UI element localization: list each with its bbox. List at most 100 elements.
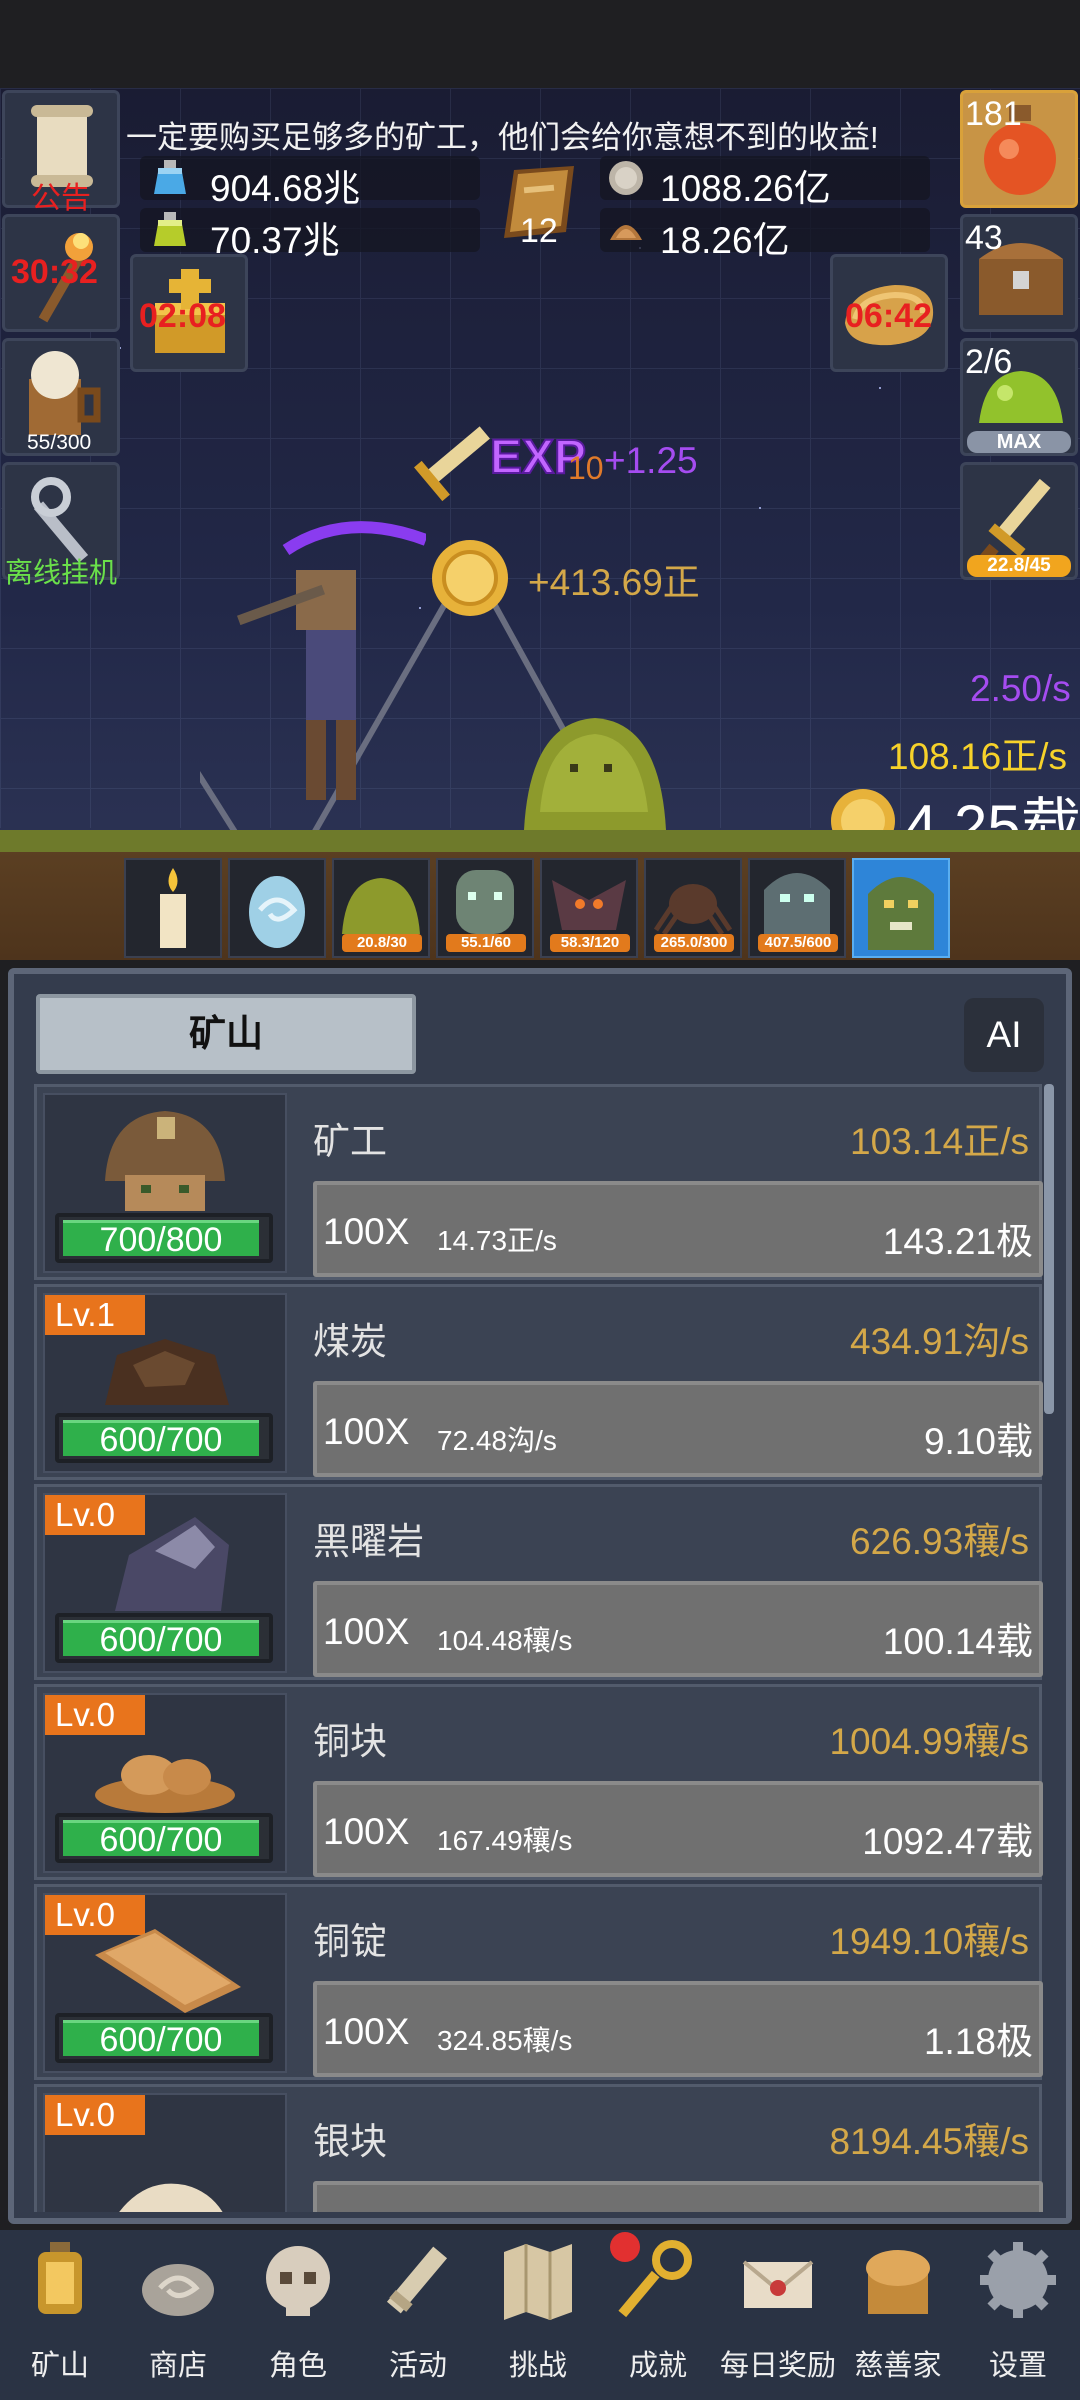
slot-progress: 20.8/30: [342, 934, 422, 952]
buy-button[interactable]: 100X 14.73正/s 143.21极: [313, 1181, 1043, 1277]
nav-label: 慈善家: [854, 2350, 942, 2382]
chest-count: 43: [965, 219, 1003, 257]
buy-multiplier: 100X: [323, 1611, 410, 1652]
buy-button[interactable]: 100X 324.85穰/s 1.18极: [313, 1981, 1043, 2077]
spider-icon: [653, 884, 733, 936]
nav-settings[interactable]: 设置: [958, 2230, 1078, 2400]
miner-thumbnail: 700/800: [43, 1093, 287, 1273]
mine-item-list[interactable]: 700/800 矿工 103.14正/s 100X 14.73正/s 143.2…: [34, 1084, 1054, 2212]
slime-summon-button[interactable]: 2/6 MAX: [960, 338, 1078, 456]
item-rate: 103.14正/s: [850, 1121, 1029, 1162]
nav-daily-reward[interactable]: 每日奖励: [718, 2230, 838, 2400]
item-rate: 1949.10穰/s: [829, 1921, 1029, 1962]
buy-button[interactable]: 100X 104.48穰/s 100.14载: [313, 1581, 1043, 1677]
buy-button[interactable]: 100X 72.48沟/s 9.10载: [313, 1381, 1043, 1477]
exp-level: 10: [568, 450, 604, 486]
book-count: 12: [520, 212, 558, 250]
stock-amount: 600/700: [63, 1620, 259, 1657]
tab-mine[interactable]: 矿山: [36, 994, 416, 1074]
stock-bar: 600/700: [55, 1413, 273, 1463]
list-item-miner: 700/800 矿工 103.14正/s 100X 14.73正/s 143.2…: [34, 1084, 1043, 1280]
max-badge: MAX: [967, 431, 1071, 453]
blue-potion-amount: 904.68兆: [210, 168, 361, 209]
scroll-icon: [386, 2246, 448, 2314]
stock-bar: 600/700: [55, 1613, 273, 1663]
item-rate: 1004.99穰/s: [829, 1721, 1029, 1762]
nav-events[interactable]: 活动: [358, 2230, 478, 2400]
coal-icon: [105, 1339, 229, 1405]
nav-character[interactable]: 角色: [238, 2230, 358, 2400]
enemy-slot-spider[interactable]: 265.0/300: [644, 858, 742, 958]
nav-label: 每日奖励: [719, 2350, 836, 2382]
offline-idle-label: 离线挂机: [5, 557, 118, 588]
obsidian-thumbnail: Lv.0 600/700: [43, 1493, 287, 1673]
buy-button[interactable]: 100X 167.49穰/s 1092.47载: [313, 1781, 1043, 1877]
treasure-chest-timer-button[interactable]: 02:08: [130, 254, 248, 372]
tip-notice: 一定要购买足够多的矿工，他们会给你意想不到的收益!: [126, 120, 879, 155]
enemy-slot-orc[interactable]: [852, 858, 950, 958]
announcement-button[interactable]: 公告: [2, 90, 120, 215]
bottom-navigation: 矿山 商店 角色 活动 挑战 成就 每日奖励 慈善家 设置: [0, 2230, 1080, 2400]
slot-progress: 407.5/600: [758, 934, 838, 952]
item-name: 黑曜岩: [313, 1521, 424, 1562]
item-rate: 8194.45穰/s: [829, 2121, 1029, 2162]
nav-shop[interactable]: 商店: [118, 2230, 238, 2400]
nav-label: 角色: [268, 2350, 327, 2382]
enemy-slot-ghoul[interactable]: 55.1/60: [436, 858, 534, 958]
item-name: 铜块: [313, 1721, 387, 1762]
stock-amount: 700/800: [63, 1220, 259, 1257]
enemy-slot-slime[interactable]: 20.8/30: [332, 858, 430, 958]
silver-ore-thumbnail: Lv.0: [43, 2093, 287, 2212]
torch-boost-button[interactable]: 30:32: [2, 214, 120, 332]
enemy-slot-bat[interactable]: 58.3/120: [540, 858, 638, 958]
buy-multiplier: 100X: [323, 2011, 410, 2052]
slime-icon: [342, 878, 420, 934]
unit-rate: 324.85穰/s: [437, 2025, 573, 2056]
list-item-copper-ingot: Lv.0 600/700 铜锭 1949.10穰/s 100X 324.85穰/…: [34, 1884, 1043, 2080]
bread-timer-button[interactable]: 06:42: [830, 254, 948, 372]
buy-cost: 1092.47载: [862, 1821, 1033, 1862]
enemy-slot-candle[interactable]: [124, 858, 222, 958]
ghoul-icon: [456, 870, 514, 934]
buy-cost: 9.10载: [923, 1421, 1033, 1462]
potion-shop-button[interactable]: 181: [960, 90, 1078, 208]
list-scrollbar[interactable]: [1044, 1084, 1054, 1414]
blue-potion-icon: [154, 160, 186, 194]
nav-mine[interactable]: 矿山: [0, 2230, 120, 2400]
silver-coin-icon: [609, 161, 643, 195]
nav-label: 活动: [388, 2350, 447, 2382]
nav-challenge[interactable]: 挑战: [478, 2230, 598, 2400]
offline-idle-button[interactable]: 离线挂机: [2, 462, 120, 588]
shell-resource: 18.26亿: [600, 208, 930, 261]
buy-cost: 1.18极: [923, 2021, 1033, 2062]
buy-button[interactable]: [313, 2181, 1043, 2212]
nav-label: 挑战: [508, 2350, 567, 2382]
bat-icon: [552, 880, 626, 930]
ai-toggle-button[interactable]: AI: [964, 998, 1044, 1072]
nav-achievements[interactable]: 成就: [598, 2230, 718, 2400]
copper-ingot-thumbnail: Lv.0 600/700: [43, 1893, 287, 2073]
enemy-slot-egg[interactable]: [228, 858, 326, 958]
item-name: 铜锭: [313, 1921, 387, 1962]
beer-button[interactable]: 55/300: [2, 338, 120, 456]
stock-amount: 600/700: [63, 1420, 259, 1457]
coin-rate: 108.16正/s: [888, 736, 1067, 777]
stock-bar: 600/700: [55, 2013, 273, 2063]
green-slime-enemy: [524, 718, 666, 830]
envelope-icon: [742, 2260, 814, 2308]
book-resource[interactable]: 12: [494, 160, 584, 250]
silver-ore-icon: [119, 2183, 223, 2212]
miner-hero: [237, 521, 426, 800]
stock-amount: 600/700: [63, 1820, 259, 1857]
buy-multiplier: 100X: [323, 1411, 410, 1452]
nav-philanthropist[interactable]: 慈善家: [838, 2230, 958, 2400]
enemy-slot-ghost[interactable]: 407.5/600: [748, 858, 846, 958]
item-rate: 626.93穰/s: [850, 1521, 1029, 1562]
chest-button[interactable]: 43: [960, 214, 1078, 332]
shop-icon: [142, 2264, 214, 2316]
gear-icon: [980, 2242, 1056, 2318]
nav-label: 成就: [628, 2350, 687, 2382]
sword-upgrade-button[interactable]: 22.8/45: [960, 462, 1078, 580]
item-name: 银块: [313, 2121, 387, 2162]
torch-timer: 30:32: [11, 253, 98, 291]
